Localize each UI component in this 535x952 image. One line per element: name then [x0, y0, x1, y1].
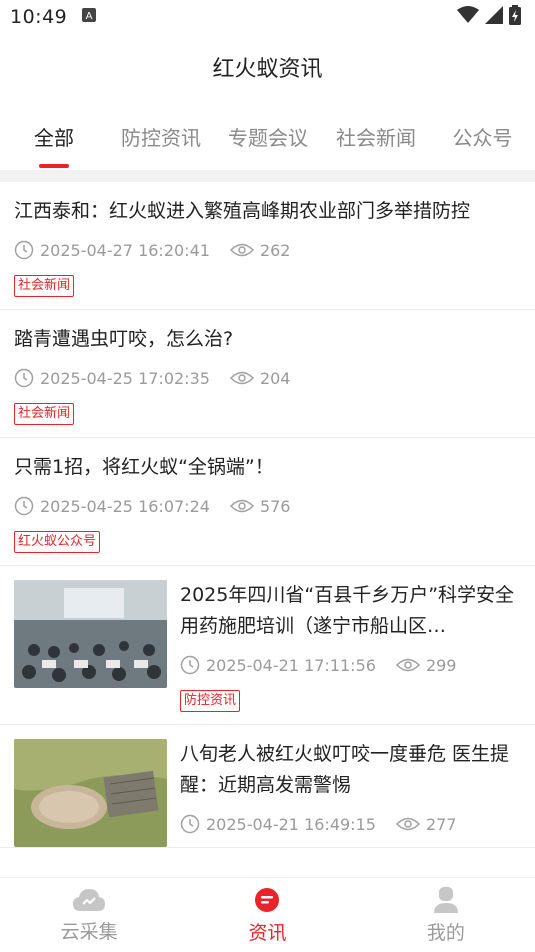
publish-time: 2025-04-21 17:11:56	[206, 655, 376, 675]
list-item[interactable]: 八旬老人被红火蚁叮咬一度垂危 医生提醒：近期高发需警惕 2025-04-21 1…	[0, 725, 535, 848]
publish-time: 2025-04-25 16:07:24	[40, 496, 210, 516]
article-meta: 2025-04-27 16:20:41 262	[14, 239, 521, 261]
article-thumbnail	[14, 580, 167, 688]
view-count: 576	[259, 496, 291, 516]
clock-icon	[180, 814, 200, 834]
list-item[interactable]: 江西泰和：红火蚁进入繁殖高峰期农业部门多举措防控 2025-04-27 16:2…	[0, 182, 535, 310]
tab-label: 社会新闻	[336, 126, 416, 150]
divider	[0, 170, 535, 182]
publish-time: 2025-04-25 17:02:35	[40, 368, 210, 388]
page-title: 红火蚁资讯	[212, 57, 323, 82]
eye-icon	[229, 371, 254, 385]
status-bar: 10:49 A	[0, 0, 535, 34]
article-meta: 2025-04-21 16:49:15 277	[180, 813, 521, 835]
active-tab-indicator	[39, 164, 69, 168]
view-count: 204	[259, 368, 291, 388]
article-title: 2025年四川省“百县千乡万户”科学安全用药施肥培训（遂宁市船山区…	[180, 584, 515, 637]
category-tag: 防控资讯	[180, 690, 241, 712]
category-tabs: 全部 防控资讯 专题会议 社会新闻 公众号	[0, 100, 535, 170]
eye-icon	[229, 499, 254, 513]
nav-label: 资讯	[248, 921, 287, 944]
nav-label: 我的	[426, 921, 465, 944]
category-tag: 社会新闻	[14, 403, 75, 425]
article-title: 八旬老人被红火蚁叮咬一度垂危 医生提醒：近期高发需警惕	[180, 743, 510, 796]
svg-text:A: A	[86, 11, 93, 22]
clock-icon	[180, 655, 200, 675]
tab-all[interactable]: 全部	[0, 100, 108, 170]
publish-time: 2025-04-21 16:49:15	[206, 814, 376, 834]
view-count: 262	[259, 240, 291, 260]
tab-special-meetings[interactable]: 专题会议	[214, 100, 322, 170]
tab-label: 全部	[34, 126, 74, 150]
nav-item-cloud-collect[interactable]: 云采集	[0, 878, 178, 952]
nav-label: 云采集	[60, 920, 118, 943]
article-meta: 2025-04-21 17:11:56 299	[180, 654, 521, 676]
app-header: 红火蚁资讯	[0, 34, 535, 100]
nav-item-news[interactable]: 资讯	[178, 878, 356, 952]
article-meta: 2025-04-25 17:02:35 204	[14, 367, 521, 389]
article-title: 踏青遭遇虫叮咬，怎么治?	[14, 328, 234, 350]
list-item[interactable]: 踏青遭遇虫叮咬，怎么治? 2025-04-25 17:02:35 204 社会新…	[0, 310, 535, 438]
tab-label: 防控资讯	[121, 126, 201, 150]
nav-item-profile[interactable]: 我的	[357, 878, 535, 952]
eye-icon	[395, 817, 420, 831]
category-tag: 社会新闻	[14, 275, 75, 297]
signal-icon	[485, 6, 503, 28]
article-list[interactable]: 江西泰和：红火蚁进入繁殖高峰期农业部门多举措防控 2025-04-27 16:2…	[0, 182, 535, 877]
bottom-navigation: 云采集 资讯 我的	[0, 877, 535, 952]
publish-time: 2025-04-27 16:20:41	[40, 240, 210, 260]
view-count: 277	[425, 814, 457, 834]
article-title: 只需1招，将红火蚁“全锅端”！	[14, 456, 274, 478]
view-count: 299	[425, 655, 457, 675]
tab-official-accounts[interactable]: 公众号	[430, 100, 535, 170]
clock-icon	[14, 368, 34, 388]
tab-prevention-news[interactable]: 防控资讯	[108, 100, 214, 170]
eye-icon	[395, 658, 420, 672]
clock-icon	[14, 240, 34, 260]
category-tag: 红火蚁公众号	[14, 531, 101, 553]
article-meta: 2025-04-25 16:07:24 576	[14, 495, 521, 517]
list-item[interactable]: 只需1招，将红火蚁“全锅端”！ 2025-04-25 16:07:24 576 …	[0, 438, 535, 566]
eye-icon	[229, 243, 254, 257]
article-title: 江西泰和：红火蚁进入繁殖高峰期农业部门多举措防控	[14, 200, 471, 222]
tab-label: 专题会议	[228, 126, 308, 150]
battery-icon	[509, 5, 521, 29]
notification-icon: A	[81, 7, 97, 27]
user-icon	[433, 886, 458, 913]
wifi-icon	[457, 6, 479, 28]
list-item[interactable]: 2025年四川省“百县千乡万户”科学安全用药施肥培训（遂宁市船山区… 2025-…	[0, 566, 535, 725]
clock-icon	[14, 496, 34, 516]
cloud-icon	[73, 888, 106, 911]
tab-social-news[interactable]: 社会新闻	[322, 100, 430, 170]
tab-label: 公众号	[452, 126, 513, 150]
status-time: 10:49	[10, 6, 68, 28]
news-icon	[255, 887, 280, 912]
article-thumbnail	[14, 739, 167, 847]
